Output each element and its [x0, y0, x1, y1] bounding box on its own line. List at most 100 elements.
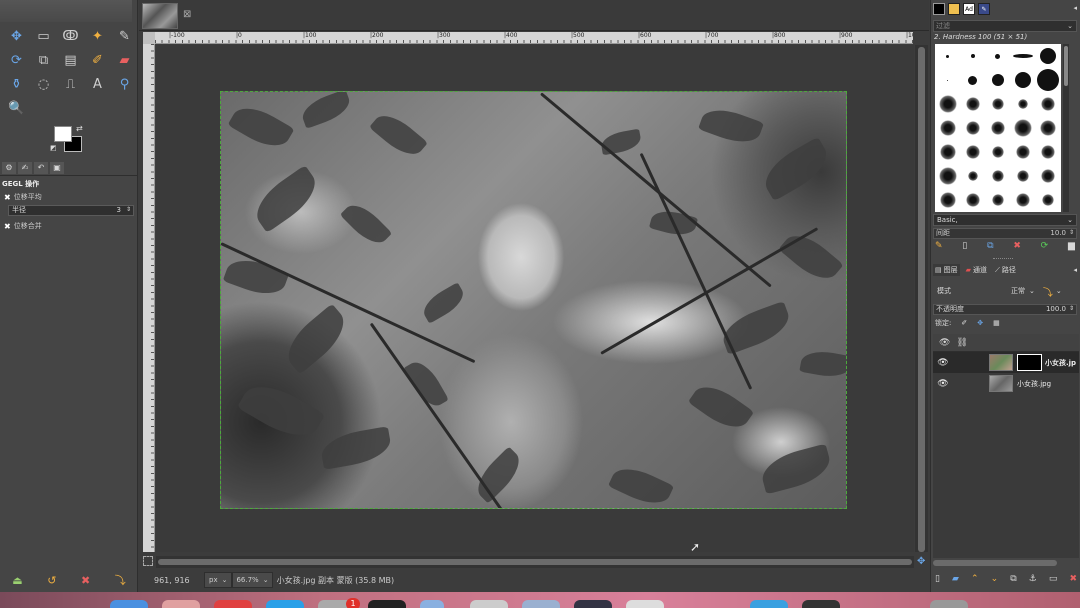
brush-tag-select[interactable]: Basic, ⌄: [933, 214, 1077, 226]
app-icon[interactable]: [522, 600, 560, 608]
eye-icon[interactable]: 👁: [935, 358, 951, 368]
option-shift-average[interactable]: ✖ 位移平均: [4, 192, 42, 202]
tab-paths[interactable]: ⟋ 路径: [993, 264, 1018, 276]
brushes-tab-icon[interactable]: [933, 3, 945, 15]
brush-item[interactable]: [1017, 170, 1030, 182]
mode-select[interactable]: 正常: [1011, 286, 1025, 296]
quick-mask-toggle[interactable]: [143, 556, 153, 566]
clone-icon[interactable]: ⚱: [3, 72, 30, 96]
brush-item[interactable]: [939, 120, 956, 136]
move-icon[interactable]: ✥: [3, 24, 30, 48]
anchor-layer-icon[interactable]: ⚓: [1029, 574, 1037, 588]
zoom-select[interactable]: 66.7% ⌄: [232, 572, 273, 588]
brush-item[interactable]: [1013, 54, 1034, 58]
lasso-icon[interactable]: ↂ: [57, 24, 84, 48]
brush-item[interactable]: [990, 121, 1005, 135]
brush-item[interactable]: [991, 98, 1004, 110]
dock-separator[interactable]: [993, 258, 1013, 261]
brush-item[interactable]: [1018, 99, 1029, 109]
delete-options-icon[interactable]: ✖: [81, 574, 90, 587]
transform-icon[interactable]: ⟳: [3, 48, 30, 72]
brush-item[interactable]: [938, 167, 957, 185]
new-layer-icon[interactable]: ▯: [935, 574, 940, 588]
brush-item[interactable]: [991, 146, 1004, 158]
brush-item[interactable]: [946, 54, 950, 58]
spin-arrows-icon[interactable]: ⇕: [1069, 228, 1074, 237]
scroll-thumb[interactable]: [158, 559, 912, 565]
canvas-viewport[interactable]: [156, 45, 914, 552]
raise-layer-icon[interactable]: ⌃: [971, 574, 979, 588]
app-icon[interactable]: [266, 600, 304, 608]
fonts-tab-icon[interactable]: Ad: [963, 3, 975, 15]
open-as-image-icon[interactable]: ▆: [1068, 241, 1075, 255]
brush-item[interactable]: [1041, 145, 1056, 159]
brush-item[interactable]: [970, 54, 975, 58]
brush-item[interactable]: [965, 145, 980, 159]
brush-item[interactable]: [1040, 48, 1057, 64]
eraser-icon[interactable]: ▰: [111, 48, 138, 72]
reset-options-icon[interactable]: ⤵: [115, 572, 126, 588]
brush-item[interactable]: [965, 97, 980, 111]
brush-scrollbar[interactable]: [1063, 44, 1069, 212]
color-swatches[interactable]: ◩ ⇄: [50, 124, 86, 154]
unit-select[interactable]: px ⌄: [204, 572, 233, 588]
crop-icon[interactable]: ⧉: [30, 48, 57, 72]
delete-layer-icon[interactable]: ✖: [1069, 574, 1077, 588]
ruler-corner[interactable]: [143, 32, 155, 44]
app-icon[interactable]: [420, 600, 444, 608]
brush-item[interactable]: [991, 74, 1004, 86]
restore-options-icon[interactable]: ↺: [47, 574, 56, 587]
brush-filter-input[interactable]: 过滤 ⌄: [933, 20, 1077, 32]
app-icon[interactable]: [802, 600, 840, 608]
mask-layer-icon[interactable]: ▭: [1049, 574, 1058, 588]
radius-value[interactable]: 3: [117, 206, 121, 215]
dock-menu-icon[interactable]: ◂: [1073, 4, 1077, 12]
brush-item[interactable]: [967, 171, 978, 181]
layer-opacity-spinner[interactable]: 不透明度 100.0 ⇕: [933, 304, 1077, 315]
brush-item[interactable]: [947, 79, 949, 81]
chevron-down-icon[interactable]: ⌄: [1029, 287, 1035, 295]
app-icon[interactable]: [574, 600, 612, 608]
new-brush-icon[interactable]: ▯: [962, 241, 967, 255]
edit-brush-icon[interactable]: ✎: [935, 241, 943, 255]
navigate-icon[interactable]: ✥: [917, 556, 925, 567]
brush-item[interactable]: [939, 144, 956, 160]
color-picker-icon[interactable]: ⚲: [111, 72, 138, 96]
brush-item[interactable]: [991, 194, 1004, 206]
brush-grid[interactable]: [935, 44, 1061, 212]
mode-switch-icon[interactable]: ⤵: [1043, 284, 1053, 299]
zoom-icon[interactable]: 🔍: [3, 96, 30, 120]
app-icon[interactable]: [470, 600, 508, 608]
smudge-icon[interactable]: ◌: [30, 72, 57, 96]
horizontal-scrollbar[interactable]: [156, 556, 914, 568]
lock-alpha-icon[interactable]: ▦: [993, 319, 1000, 327]
app-icon[interactable]: [162, 600, 200, 608]
tab-channels[interactable]: ▰ 通道: [964, 264, 989, 276]
duplicate-brush-icon[interactable]: ⧉: [987, 241, 993, 255]
image-tab-thumbnail[interactable]: [142, 3, 178, 29]
gradient-icon[interactable]: ▤: [57, 48, 84, 72]
brush-item[interactable]: [1042, 194, 1055, 206]
tool-options-tab-icon[interactable]: ⚙: [2, 161, 16, 174]
new-group-icon[interactable]: ▰: [952, 574, 959, 588]
brush-item[interactable]: [1037, 69, 1060, 91]
brush-item[interactable]: [1040, 120, 1057, 136]
finder-icon[interactable]: [110, 600, 148, 608]
close-icon[interactable]: ⊠: [183, 9, 191, 20]
foreground-color[interactable]: [54, 126, 72, 142]
lock-position-icon[interactable]: ✥: [977, 319, 983, 327]
rect-select-icon[interactable]: ▭: [30, 24, 57, 48]
brush-item[interactable]: [965, 193, 980, 207]
opacity-value[interactable]: 100.0: [1046, 305, 1066, 314]
spin-arrows-icon[interactable]: ⇕: [1069, 304, 1074, 313]
layer-name[interactable]: 小女孩.jp: [1045, 358, 1076, 368]
image-canvas[interactable]: [220, 91, 847, 509]
paths-icon[interactable]: ✎: [111, 24, 138, 48]
vertical-ruler[interactable]: [143, 44, 155, 552]
refresh-brushes-icon[interactable]: ⟳: [1041, 241, 1049, 255]
horizontal-ruler[interactable]: |-100 |0 |100 |200 |300 |400 |500 |600 |700 |800 |…: [155, 32, 913, 44]
document-history-tab-icon[interactable]: ✎: [978, 3, 990, 15]
brush-item[interactable]: [965, 121, 980, 135]
radius-spinner[interactable]: 半径 3 ⇕: [8, 205, 134, 216]
undo-history-tab-icon[interactable]: ↶: [34, 161, 48, 174]
